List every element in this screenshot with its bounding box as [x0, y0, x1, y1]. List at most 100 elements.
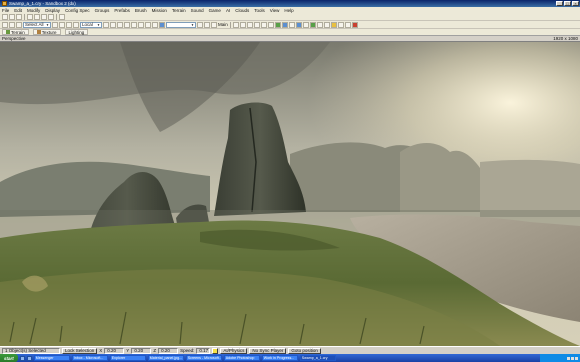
layer-select[interactable]: ▼ — [166, 21, 196, 28]
perspective-viewport[interactable] — [0, 42, 580, 346]
axis-x-icon[interactable] — [103, 21, 109, 28]
viewport-label[interactable]: Perspective — [2, 36, 26, 41]
flowgraph-icon[interactable] — [253, 21, 260, 28]
unlink-object-icon[interactable] — [16, 21, 22, 28]
ai-physics-button[interactable]: AI/Physics — [220, 347, 248, 354]
sun-icon[interactable] — [330, 21, 337, 28]
lock-selection-button[interactable]: Lock Selection — [62, 347, 98, 354]
minimize-button[interactable]: _ — [556, 1, 563, 6]
layer-icon[interactable] — [159, 21, 165, 28]
sound-icon[interactable] — [351, 21, 358, 28]
rotate-icon[interactable] — [59, 21, 65, 28]
axis-xy-icon[interactable] — [124, 21, 130, 28]
save-icon[interactable] — [16, 13, 22, 20]
main-view-icon[interactable] — [211, 21, 217, 28]
ruler-icon[interactable] — [145, 21, 151, 28]
close-button[interactable]: × — [572, 1, 579, 6]
ai-point-icon[interactable] — [302, 21, 309, 28]
vegetation-icon[interactable] — [309, 21, 316, 28]
menu-modify[interactable]: Modify — [27, 8, 40, 13]
area-icon[interactable] — [323, 21, 330, 28]
open-icon[interactable] — [9, 13, 15, 20]
taskbar-item[interactable]: Adobe Photoshop — [223, 355, 260, 361]
select-icon[interactable] — [2, 21, 8, 28]
ocean-icon[interactable] — [281, 21, 288, 28]
network-icon[interactable] — [567, 356, 570, 360]
taskbar-item[interactable]: Explorer — [109, 355, 146, 361]
menu-view[interactable]: View — [270, 8, 280, 13]
menu-display[interactable]: Display — [45, 8, 60, 13]
selection-filter-select[interactable]: Select All ▼ — [23, 21, 51, 28]
menu-terrain[interactable]: Terrain — [172, 8, 186, 13]
z-coordinate-field[interactable]: 0.20 — [158, 347, 179, 354]
menu-file[interactable]: File — [2, 8, 9, 13]
taskbar-item[interactable]: Work in Progress... — [261, 355, 298, 361]
tab-texture[interactable]: Texture — [32, 29, 61, 35]
character-icon[interactable] — [246, 21, 253, 28]
snap-grid-icon[interactable] — [131, 21, 137, 28]
maximize-button[interactable]: □ — [564, 1, 571, 6]
goto-position-button[interactable]: Goto position — [288, 347, 321, 354]
terrain-snap-icon[interactable] — [73, 21, 79, 28]
terrain-editor-icon[interactable] — [274, 21, 281, 28]
y-coordinate-field[interactable]: 0.20 — [131, 347, 152, 354]
scene-render[interactable] — [0, 42, 580, 346]
menu-config-spec[interactable]: Config Spec — [65, 8, 90, 13]
snap-angle-icon[interactable] — [138, 21, 144, 28]
menu-prefabs[interactable]: Prefabs — [114, 8, 130, 13]
terrain-icon — [6, 30, 10, 34]
axis-z-icon[interactable] — [117, 21, 123, 28]
sky-icon[interactable] — [288, 21, 295, 28]
link-object-icon[interactable] — [9, 21, 15, 28]
new-icon[interactable] — [2, 13, 8, 20]
menu-brush[interactable]: Brush — [135, 8, 147, 13]
redo-icon[interactable] — [34, 13, 40, 20]
lighting-tool-icon[interactable] — [267, 21, 274, 28]
link-icon[interactable] — [41, 13, 47, 20]
security-icon[interactable] — [575, 356, 578, 360]
quick-launch-icon[interactable] — [26, 355, 32, 361]
menu-game[interactable]: Game — [209, 8, 221, 13]
scale-icon[interactable] — [66, 21, 72, 28]
axis-y-icon[interactable] — [110, 21, 116, 28]
menu-mission[interactable]: Mission — [152, 8, 167, 13]
taskbar-item[interactable]: Inbox - Microsoft... — [71, 355, 108, 361]
main-view-label[interactable]: Main — [218, 22, 228, 27]
menu-help[interactable]: Help — [284, 8, 293, 13]
menu-ai[interactable]: AI — [226, 8, 230, 13]
save-selection-icon[interactable] — [197, 21, 203, 28]
tab-terrain[interactable]: Terrain — [2, 29, 29, 35]
menu-sound[interactable]: Sound — [191, 8, 204, 13]
database-icon[interactable] — [232, 21, 239, 28]
x-coordinate-field[interactable]: 0.20 — [104, 347, 125, 354]
filter-icon[interactable] — [59, 13, 65, 20]
menu-clouds[interactable]: Clouds — [235, 8, 249, 13]
cloud-icon[interactable] — [337, 21, 344, 28]
taskbar-item[interactable]: Messenger — [33, 355, 70, 361]
taskbar-item-active[interactable]: Swamp_a_1.cry — [299, 355, 336, 361]
undo-icon[interactable] — [27, 13, 33, 20]
road-icon[interactable] — [316, 21, 323, 28]
viewport-resolution: 1920 x 1080 — [553, 36, 578, 41]
taskbar-item[interactable]: Screens - Microsoft... — [185, 355, 222, 361]
coordinate-space-select[interactable]: Local ▼ — [80, 21, 102, 28]
menu-tools[interactable]: Tools — [254, 8, 265, 13]
move-icon[interactable] — [52, 21, 58, 28]
menu-edit[interactable]: Edit — [14, 8, 22, 13]
menu-groups[interactable]: Groups — [95, 8, 110, 13]
no-sync-player-button[interactable]: No Sync Player — [249, 347, 287, 354]
select-by-name-icon[interactable] — [152, 21, 158, 28]
quick-launch-icon[interactable] — [19, 355, 25, 361]
game-mode-icon[interactable] — [212, 347, 219, 354]
unlink-icon[interactable] — [48, 13, 54, 20]
taskbar-item[interactable]: Material_panel.jpg... — [147, 355, 184, 361]
camera-icon[interactable] — [204, 21, 210, 28]
water-icon[interactable] — [295, 21, 302, 28]
track-view-icon[interactable] — [260, 21, 267, 28]
material-icon[interactable] — [239, 21, 246, 28]
volume-icon[interactable] — [344, 21, 351, 28]
start-button[interactable]: start — [0, 354, 18, 362]
volume-icon[interactable] — [571, 356, 574, 360]
speed-field[interactable]: 0.17 — [196, 347, 211, 354]
tab-lighting[interactable]: Lighting — [64, 29, 89, 35]
